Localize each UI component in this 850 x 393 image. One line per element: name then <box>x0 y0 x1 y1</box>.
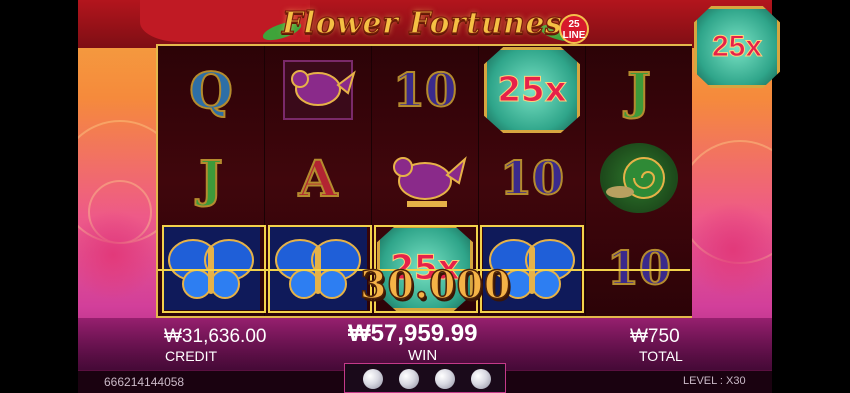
symbol-snail <box>586 134 692 222</box>
win-value: ₩57,959.99 <box>348 320 478 347</box>
symbol-multiplier: 25x <box>479 46 585 134</box>
total-bet-label: TOTAL <box>639 348 683 364</box>
symbol-j: J <box>626 60 652 121</box>
credit-label: CREDIT <box>165 348 218 364</box>
win-amount-overlay: 30.000 <box>359 261 512 308</box>
credit-value: ₩31,636.00 <box>164 326 267 347</box>
symbol-ten: 10 <box>499 150 565 206</box>
letterbox-left <box>0 0 78 393</box>
bird-icon <box>383 141 467 215</box>
pearl-icon <box>471 369 491 389</box>
symbol-ten: 10 <box>606 240 672 296</box>
line-badge-text: 25 LINE <box>562 19 586 41</box>
pearl-icon <box>435 369 455 389</box>
level-indicator: LEVEL : X30 <box>683 375 746 387</box>
symbol-a: A <box>298 148 339 209</box>
total-bet-value[interactable]: ₩750 <box>630 326 680 348</box>
win-label: WIN <box>408 347 438 364</box>
symbol-bird <box>265 46 371 134</box>
symbol-bird <box>372 134 478 222</box>
bird-icon <box>276 53 360 127</box>
game-title: Flower Fortunes <box>281 5 563 41</box>
game-screen: Flower Fortunes 25 LINE 25x Q J A 10 25x… <box>0 0 850 393</box>
symbol-j: J <box>198 148 224 209</box>
top-multiplier-badge: 25x <box>694 6 780 88</box>
pearl-meter[interactable] <box>344 363 506 393</box>
symbol-ten: 10 <box>392 62 458 118</box>
pearl-icon <box>363 369 383 389</box>
pearl-icon <box>399 369 419 389</box>
player-id: 666214144058 <box>104 375 185 389</box>
symbol-q: Q <box>188 60 234 121</box>
reel-5: J 10 <box>586 46 692 316</box>
letterbox-right <box>772 0 850 393</box>
line-badge: 25 LINE <box>559 14 589 44</box>
snail-icon <box>600 143 678 213</box>
